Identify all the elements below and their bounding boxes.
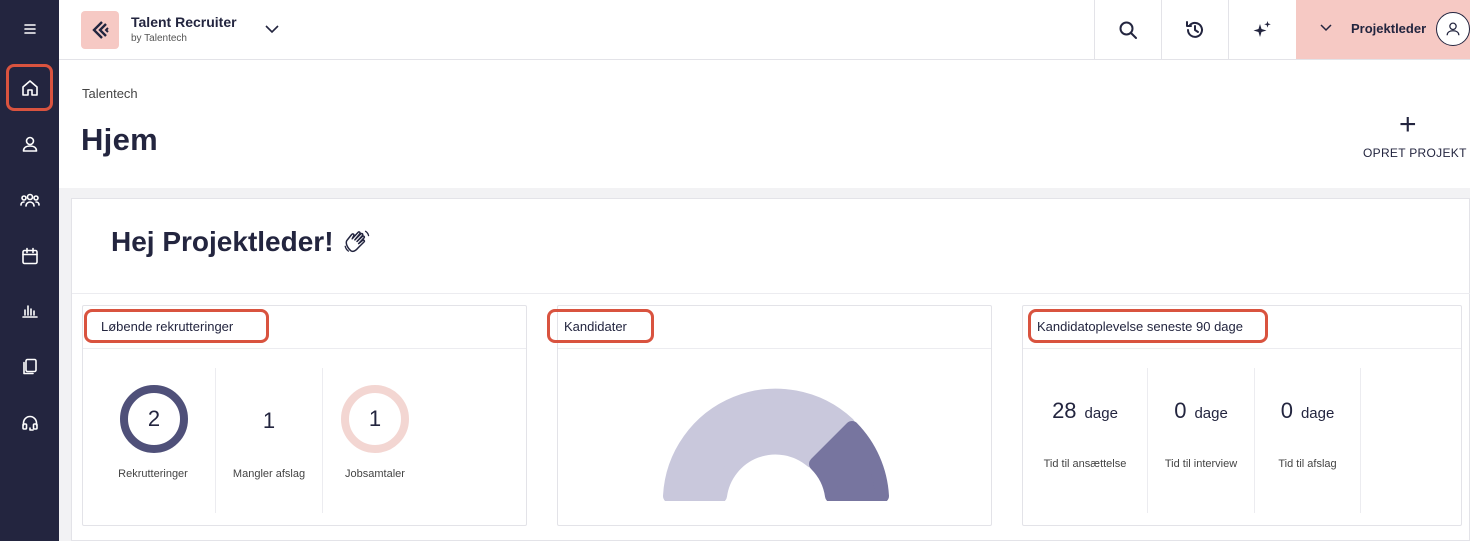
hamburger-icon	[23, 23, 36, 34]
ai-assistant-button[interactable]	[1228, 0, 1295, 59]
dashboard-card: Hej Projektleder! Løbende rekrutteringer…	[71, 198, 1470, 541]
time-to-interview-unit: dage	[1194, 405, 1228, 422]
user-menu[interactable]: Projektleder	[1296, 0, 1470, 59]
history-icon	[1186, 20, 1203, 38]
time-to-hire-number: 28	[1052, 398, 1077, 423]
candidates-panel: Kandidater	[547, 305, 992, 526]
create-project-label: OPRET PROJEKT	[1363, 146, 1467, 160]
home-icon	[21, 79, 38, 96]
app-title: Talent Recruiter	[131, 14, 237, 30]
candidates-gauge[interactable]	[658, 386, 894, 501]
sparkles-icon	[1253, 20, 1271, 37]
time-to-rejection-value: 0 dage	[1255, 398, 1360, 424]
page-header: Talentech Hjem + OPRET PROJEKT	[59, 60, 1470, 188]
divider	[83, 348, 526, 349]
page-title: Hjem	[81, 122, 159, 157]
time-to-hire-unit: dage	[1084, 405, 1118, 422]
top-header: Talent Recruiter by Talentech Projektled…	[59, 0, 1470, 60]
chevron-down-icon	[1320, 24, 1332, 32]
search-button[interactable]	[1094, 0, 1161, 59]
nav-documents[interactable]	[6, 343, 53, 390]
time-to-rejection-number: 0	[1280, 398, 1293, 423]
interviews-value: 1	[368, 406, 382, 431]
breadcrumb[interactable]: Talentech	[82, 86, 138, 101]
stat-missing-rejection[interactable]: 1 Mangler afslag	[216, 368, 323, 513]
experience-panel: Kandidatoplevelse seneste 90 dage 28 dage…	[1022, 305, 1462, 526]
divider	[72, 293, 1470, 294]
time-to-hire-value: 28 dage	[1023, 398, 1147, 424]
chevron-down-icon[interactable]	[263, 20, 281, 38]
nav-reports[interactable]	[6, 287, 53, 334]
headset-icon	[21, 415, 38, 431]
waving-hand-icon	[344, 230, 369, 253]
group-icon	[19, 193, 40, 207]
time-to-interview-number: 0	[1174, 398, 1187, 423]
time-to-hire-label: Tid til ansættelse	[1043, 458, 1127, 470]
plus-icon: +	[1399, 108, 1417, 141]
app-logo[interactable]	[81, 11, 119, 49]
nav-home[interactable]	[6, 64, 53, 111]
time-to-rejection-label: Tid til afslag	[1278, 458, 1337, 470]
time-to-interview-value: 0 dage	[1148, 398, 1254, 424]
user-name: Projektleder	[1351, 21, 1427, 36]
create-project-button[interactable]: + OPRET PROJEKT	[1355, 110, 1467, 162]
app-subtitle: by Talentech	[131, 33, 187, 44]
nav-support[interactable]	[6, 399, 53, 446]
recruitments-panel: Løbende rekrutteringer 2 Rekrutteringer …	[82, 305, 527, 526]
menu-toggle-button[interactable]	[6, 5, 53, 52]
stat-time-to-rejection[interactable]: 0 dage Tid til afslag	[1255, 368, 1361, 513]
stat-time-to-interview[interactable]: 0 dage Tid til interview	[1148, 368, 1255, 513]
interviews-ring: 1	[340, 384, 410, 454]
time-to-rejection-unit: dage	[1300, 405, 1335, 422]
experience-title: Kandidatoplevelse seneste 90 dage	[1028, 309, 1268, 343]
user-avatar-icon	[1446, 22, 1460, 36]
calendar-icon	[21, 247, 38, 264]
avatar[interactable]	[1436, 12, 1470, 46]
nav-candidates[interactable]	[6, 120, 53, 167]
sidebar	[0, 0, 59, 541]
talentech-logo-icon	[92, 21, 109, 39]
nav-calendar[interactable]	[6, 232, 53, 279]
user-icon	[22, 136, 37, 152]
candidates-title: Kandidater	[547, 309, 654, 343]
greeting: Hej Projektleder!	[111, 226, 372, 258]
recruitments-label: Rekrutteringer	[118, 468, 188, 480]
greeting-text: Hej Projektleder!	[111, 226, 334, 257]
recruitments-ring: 2	[119, 384, 189, 454]
recruitments-title: Løbende rekrutteringer	[84, 309, 269, 343]
missing-rejection-label: Mangler afslag	[232, 468, 306, 480]
recruitments-value: 2	[147, 406, 161, 431]
stat-time-to-hire[interactable]: 28 dage Tid til ansættelse	[1023, 368, 1148, 513]
stat-interviews[interactable]: 1 Jobsamtaler	[323, 368, 427, 513]
documents-icon	[22, 358, 37, 374]
divider	[558, 348, 991, 349]
missing-rejection-value: 1	[262, 408, 276, 433]
nav-teams[interactable]	[6, 176, 53, 223]
bar-chart-icon	[21, 304, 38, 318]
interviews-label: Jobsamtaler	[345, 468, 405, 480]
time-to-interview-label: Tid til interview	[1164, 458, 1238, 470]
search-icon	[1119, 21, 1137, 39]
history-button[interactable]	[1161, 0, 1228, 59]
stat-recruitments[interactable]: 2 Rekrutteringer	[91, 368, 216, 513]
divider	[1023, 348, 1461, 349]
